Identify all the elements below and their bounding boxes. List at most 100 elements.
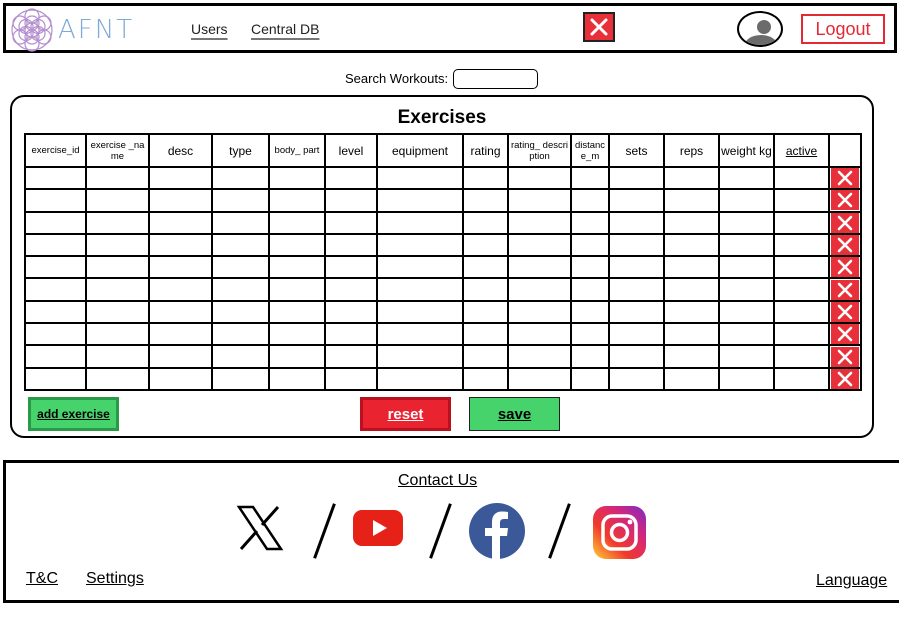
table-cell[interactable] <box>608 232 665 258</box>
table-cell[interactable] <box>24 299 87 325</box>
table-cell[interactable] <box>24 210 87 235</box>
table-cell[interactable] <box>608 277 665 302</box>
table-cell[interactable] <box>24 232 87 258</box>
table-cell[interactable] <box>376 210 464 235</box>
table-cell[interactable] <box>268 299 326 325</box>
table-cell[interactable] <box>507 322 572 347</box>
table-cell[interactable] <box>663 210 720 235</box>
table-cell[interactable] <box>24 188 87 213</box>
reset-button[interactable]: reset <box>360 397 451 431</box>
table-cell[interactable] <box>718 344 775 369</box>
table-cell[interactable] <box>462 255 509 280</box>
table-cell[interactable] <box>85 366 150 391</box>
table-cell[interactable] <box>718 232 775 258</box>
table-cell[interactable] <box>24 277 87 302</box>
table-cell[interactable] <box>324 366 378 391</box>
table-cell[interactable] <box>507 210 572 235</box>
table-cell[interactable] <box>24 366 87 391</box>
table-cell[interactable] <box>376 322 464 347</box>
table-cell[interactable] <box>85 322 150 347</box>
table-cell[interactable] <box>608 210 665 235</box>
table-cell[interactable] <box>570 344 610 369</box>
table-cell[interactable] <box>324 322 378 347</box>
table-cell[interactable] <box>148 277 213 302</box>
terms-link[interactable]: T&C <box>26 570 58 588</box>
delete-row-button[interactable] <box>831 301 859 322</box>
table-cell[interactable] <box>85 188 150 213</box>
table-cell[interactable] <box>324 165 378 191</box>
table-cell[interactable] <box>718 210 775 235</box>
table-cell[interactable] <box>570 165 610 191</box>
table-cell[interactable] <box>324 277 378 302</box>
table-cell[interactable] <box>608 344 665 369</box>
table-cell[interactable] <box>718 322 775 347</box>
table-cell[interactable] <box>268 322 326 347</box>
contact-us-link[interactable]: Contact Us <box>398 472 477 490</box>
instagram-icon[interactable] <box>592 505 647 560</box>
table-cell[interactable] <box>570 322 610 347</box>
table-cell[interactable] <box>773 188 830 213</box>
table-cell[interactable] <box>24 322 87 347</box>
table-cell[interactable] <box>376 344 464 369</box>
table-cell[interactable] <box>376 277 464 302</box>
table-cell[interactable] <box>85 277 150 302</box>
table-cell[interactable] <box>376 366 464 391</box>
table-cell[interactable] <box>507 232 572 258</box>
delete-row-button[interactable] <box>831 235 859 256</box>
table-cell[interactable] <box>773 366 830 391</box>
table-cell[interactable] <box>324 210 378 235</box>
close-button[interactable] <box>583 12 615 42</box>
delete-row-button[interactable] <box>831 212 859 233</box>
table-cell[interactable] <box>507 165 572 191</box>
table-cell[interactable] <box>85 255 150 280</box>
logout-button[interactable]: Logout <box>801 14 885 44</box>
table-cell[interactable] <box>570 366 610 391</box>
table-cell[interactable] <box>148 366 213 391</box>
delete-row-button[interactable] <box>831 257 859 278</box>
table-cell[interactable] <box>570 277 610 302</box>
table-cell[interactable] <box>211 188 270 213</box>
app-logo[interactable]: AFNT <box>10 7 158 53</box>
table-cell[interactable] <box>268 366 326 391</box>
delete-row-button[interactable] <box>831 346 859 367</box>
table-cell[interactable] <box>211 366 270 391</box>
table-cell[interactable] <box>507 277 572 302</box>
table-cell[interactable] <box>324 299 378 325</box>
table-cell[interactable] <box>462 344 509 369</box>
table-cell[interactable] <box>211 299 270 325</box>
table-cell[interactable] <box>324 344 378 369</box>
table-cell[interactable] <box>718 366 775 391</box>
table-cell[interactable] <box>376 299 464 325</box>
table-cell[interactable] <box>718 165 775 191</box>
table-cell[interactable] <box>570 255 610 280</box>
table-cell[interactable] <box>608 366 665 391</box>
col-header-active[interactable]: active <box>773 133 830 168</box>
add-exercise-button[interactable]: add exercise <box>28 397 119 431</box>
delete-row-button[interactable] <box>831 190 859 211</box>
table-cell[interactable] <box>608 255 665 280</box>
table-cell[interactable] <box>211 277 270 302</box>
table-cell[interactable] <box>773 277 830 302</box>
table-cell[interactable] <box>148 255 213 280</box>
table-cell[interactable] <box>507 299 572 325</box>
table-cell[interactable] <box>663 255 720 280</box>
table-cell[interactable] <box>663 299 720 325</box>
table-cell[interactable] <box>773 232 830 258</box>
table-cell[interactable] <box>718 299 775 325</box>
table-cell[interactable] <box>211 210 270 235</box>
table-cell[interactable] <box>773 210 830 235</box>
table-cell[interactable] <box>85 165 150 191</box>
table-cell[interactable] <box>663 366 720 391</box>
nav-users-link[interactable]: Users <box>191 21 228 37</box>
table-cell[interactable] <box>507 255 572 280</box>
table-cell[interactable] <box>462 277 509 302</box>
table-cell[interactable] <box>507 366 572 391</box>
table-cell[interactable] <box>773 322 830 347</box>
nav-central-db-link[interactable]: Central DB <box>251 21 319 37</box>
table-cell[interactable] <box>268 165 326 191</box>
delete-row-button[interactable] <box>831 368 859 389</box>
table-cell[interactable] <box>462 210 509 235</box>
table-cell[interactable] <box>608 165 665 191</box>
search-input[interactable] <box>453 69 538 89</box>
table-cell[interactable] <box>608 188 665 213</box>
